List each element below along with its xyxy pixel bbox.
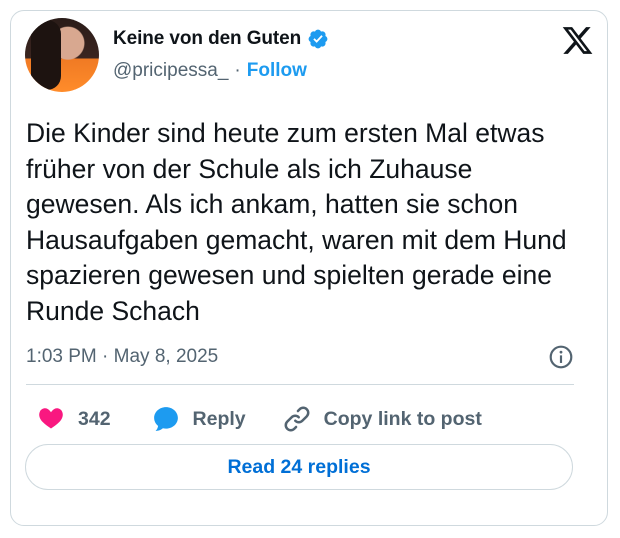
read-replies-button[interactable]: Read 24 replies	[25, 444, 573, 490]
link-icon	[284, 406, 310, 432]
read-replies-label: Read 24 replies	[227, 455, 371, 478]
copy-link-button[interactable]: Copy link to post	[282, 404, 482, 434]
reply-button[interactable]: Reply	[151, 404, 246, 434]
heart-icon	[39, 408, 63, 429]
verified-badge-icon	[308, 29, 328, 49]
separator-dot: ·	[234, 60, 241, 81]
author-handle-row: @pricipessa_ · Follow	[113, 60, 307, 82]
author-display-name[interactable]: Keine von den Guten	[113, 28, 301, 50]
copy-link-label: Copy link to post	[323, 407, 482, 430]
reply-bubble-icon	[153, 407, 178, 431]
x-logo-icon[interactable]	[561, 24, 594, 57]
reply-label: Reply	[192, 407, 246, 430]
avatar[interactable]	[25, 18, 99, 92]
divider	[26, 384, 574, 385]
post-text: Die Kinder sind heute zum ersten Mal etw…	[26, 118, 567, 326]
like-count: 342	[78, 407, 111, 430]
info-icon[interactable]	[548, 344, 574, 370]
follow-button[interactable]: Follow	[247, 60, 307, 82]
author-handle[interactable]: @pricipessa_	[113, 60, 228, 82]
like-button[interactable]: 342	[36, 404, 111, 434]
timestamp-row: 1:03 PM · May 8, 2025	[26, 344, 574, 370]
action-bar: 342 Reply Copy link to post	[36, 404, 482, 434]
post-timestamp[interactable]: 1:03 PM · May 8, 2025	[26, 346, 218, 368]
author-name-row: Keine von den Guten	[113, 28, 329, 50]
